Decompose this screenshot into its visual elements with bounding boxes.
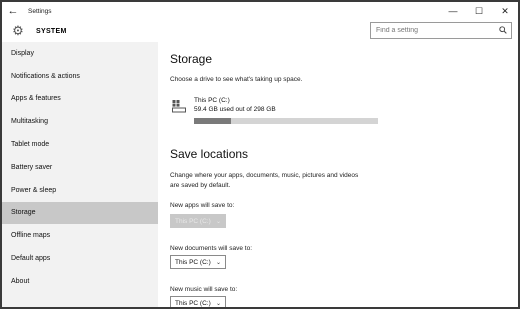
sidebar-item-display[interactable]: Display [2,42,158,65]
sidebar-item-apps-features[interactable]: Apps & features [2,88,158,111]
chevron-down-icon: ⌄ [215,300,221,307]
settings-header: ⚙ SYSTEM [2,20,518,42]
search-box[interactable] [370,22,512,39]
new-music-dropdown[interactable]: This PC (C:) ⌄ [170,296,226,307]
new-apps-dropdown: This PC (C:) ⌄ [170,214,226,228]
window-controls: — ☐ ✕ [440,2,518,20]
gear-icon: ⚙ [12,23,24,38]
save-locations-description-1: Change where your apps, documents, music… [170,172,359,179]
sidebar-item-battery-saver[interactable]: Battery saver [2,156,158,179]
close-button[interactable]: ✕ [492,2,518,20]
storage-subtitle: Choose a drive to see what's taking up s… [170,76,303,83]
settings-window: ← Settings — ☐ ✕ ⚙ SYSTEM Display Notifi… [0,0,520,309]
new-documents-dropdown[interactable]: This PC (C:) ⌄ [170,255,226,269]
chevron-down-icon: ⌄ [215,259,221,266]
sidebar-item-about[interactable]: About [2,270,158,293]
maximize-button[interactable]: ☐ [466,2,492,20]
sidebar-item-notifications[interactable]: Notifications & actions [2,65,158,88]
new-apps-value: This PC (C:) [175,217,211,225]
main-content: Storage Choose a drive to see what's tak… [170,42,510,307]
sidebar-item-tablet-mode[interactable]: Tablet mode [2,133,158,156]
storage-usage-fill [194,118,231,124]
drive-icon [172,100,186,113]
new-documents-value: This PC (C:) [175,258,211,266]
sidebar-item-multitasking[interactable]: Multitasking [2,110,158,133]
search-input[interactable] [371,23,495,38]
sidebar-item-offline-maps[interactable]: Offline maps [2,224,158,247]
new-music-label: New music will save to: [170,286,238,293]
drive-usage: 59.4 GB used out of 298 GB [194,106,276,113]
sidebar-item-default-apps[interactable]: Default apps [2,247,158,270]
new-music-value: This PC (C:) [175,299,211,307]
save-locations-description-2: are saved by default. [170,181,231,189]
back-arrow-icon[interactable]: ← [2,2,24,20]
minimize-button[interactable]: — [440,2,466,20]
save-locations-heading: Save locations [170,147,249,161]
new-apps-label: New apps will save to: [170,202,235,209]
sidebar-item-storage[interactable]: Storage [2,201,158,225]
sidebar-item-power-sleep[interactable]: Power & sleep [2,179,158,202]
chevron-down-icon: ⌄ [215,218,221,225]
storage-heading: Storage [170,52,213,66]
storage-usage-bar [194,118,378,124]
window-title: Settings [28,7,52,15]
section-title: SYSTEM [36,27,67,35]
sidebar: Display Notifications & actions Apps & f… [2,42,158,307]
title-bar: ← Settings — ☐ ✕ [2,2,518,20]
search-icon[interactable] [495,25,511,36]
drive-name[interactable]: This PC (C:) [194,97,230,104]
new-documents-label: New documents will save to: [170,245,253,252]
